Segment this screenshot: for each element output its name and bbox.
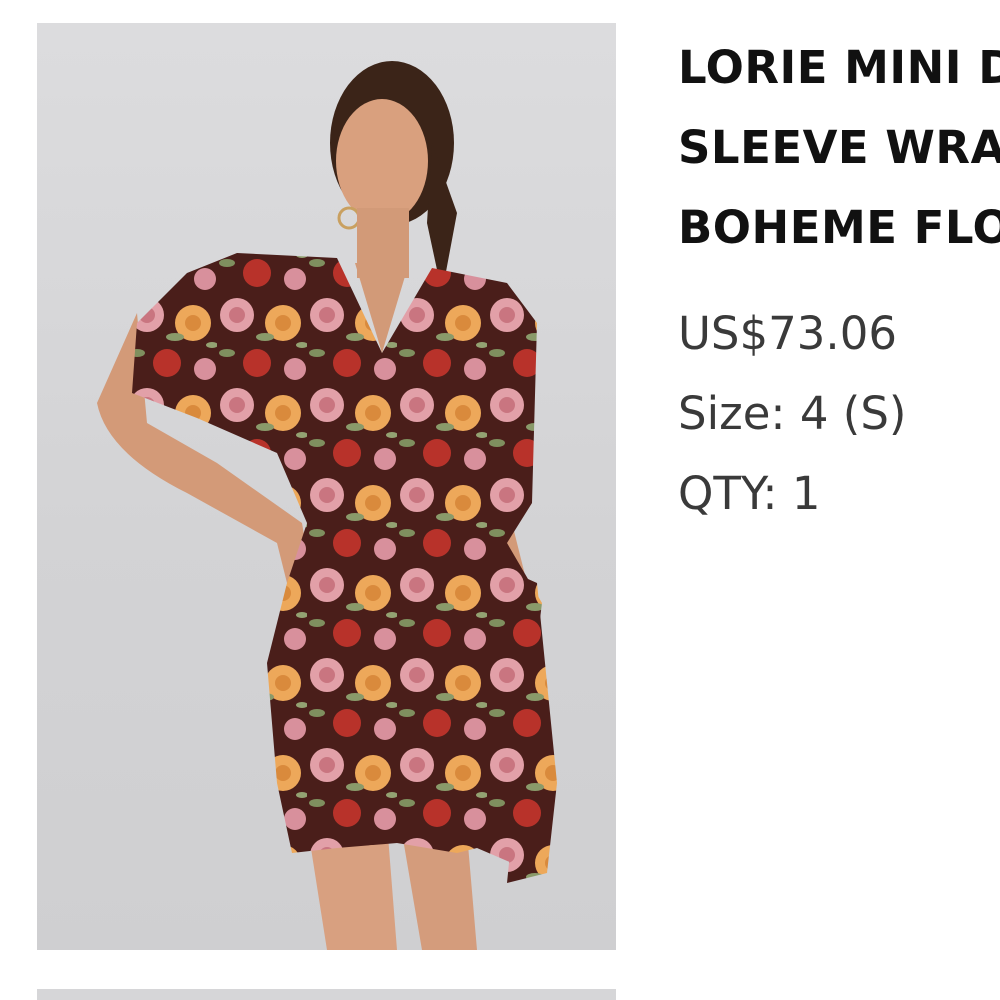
product-photo[interactable] [37, 23, 616, 950]
product-meta: US$73.06 Size: 4 (S) QTY: 1 [678, 294, 1000, 534]
product-title[interactable]: LORIE MINI D SLEEVE WRA BOHEME FLO [678, 28, 1000, 268]
product-details: LORIE MINI D SLEEVE WRA BOHEME FLO US$73… [678, 28, 1000, 534]
product-price: US$73.06 [678, 307, 897, 360]
product-title-line: BOHEME FLO [678, 201, 1000, 254]
product-quantity: QTY: 1 [678, 467, 821, 520]
next-product-photo[interactable] [37, 989, 616, 1000]
cart-item: LORIE MINI D SLEEVE WRA BOHEME FLO US$73… [0, 0, 1000, 1000]
floral-dress-illustration [97, 61, 557, 950]
product-size: Size: 4 (S) [678, 387, 907, 440]
product-title-line: LORIE MINI D [678, 41, 1000, 94]
product-title-line: SLEEVE WRA [678, 121, 1000, 174]
